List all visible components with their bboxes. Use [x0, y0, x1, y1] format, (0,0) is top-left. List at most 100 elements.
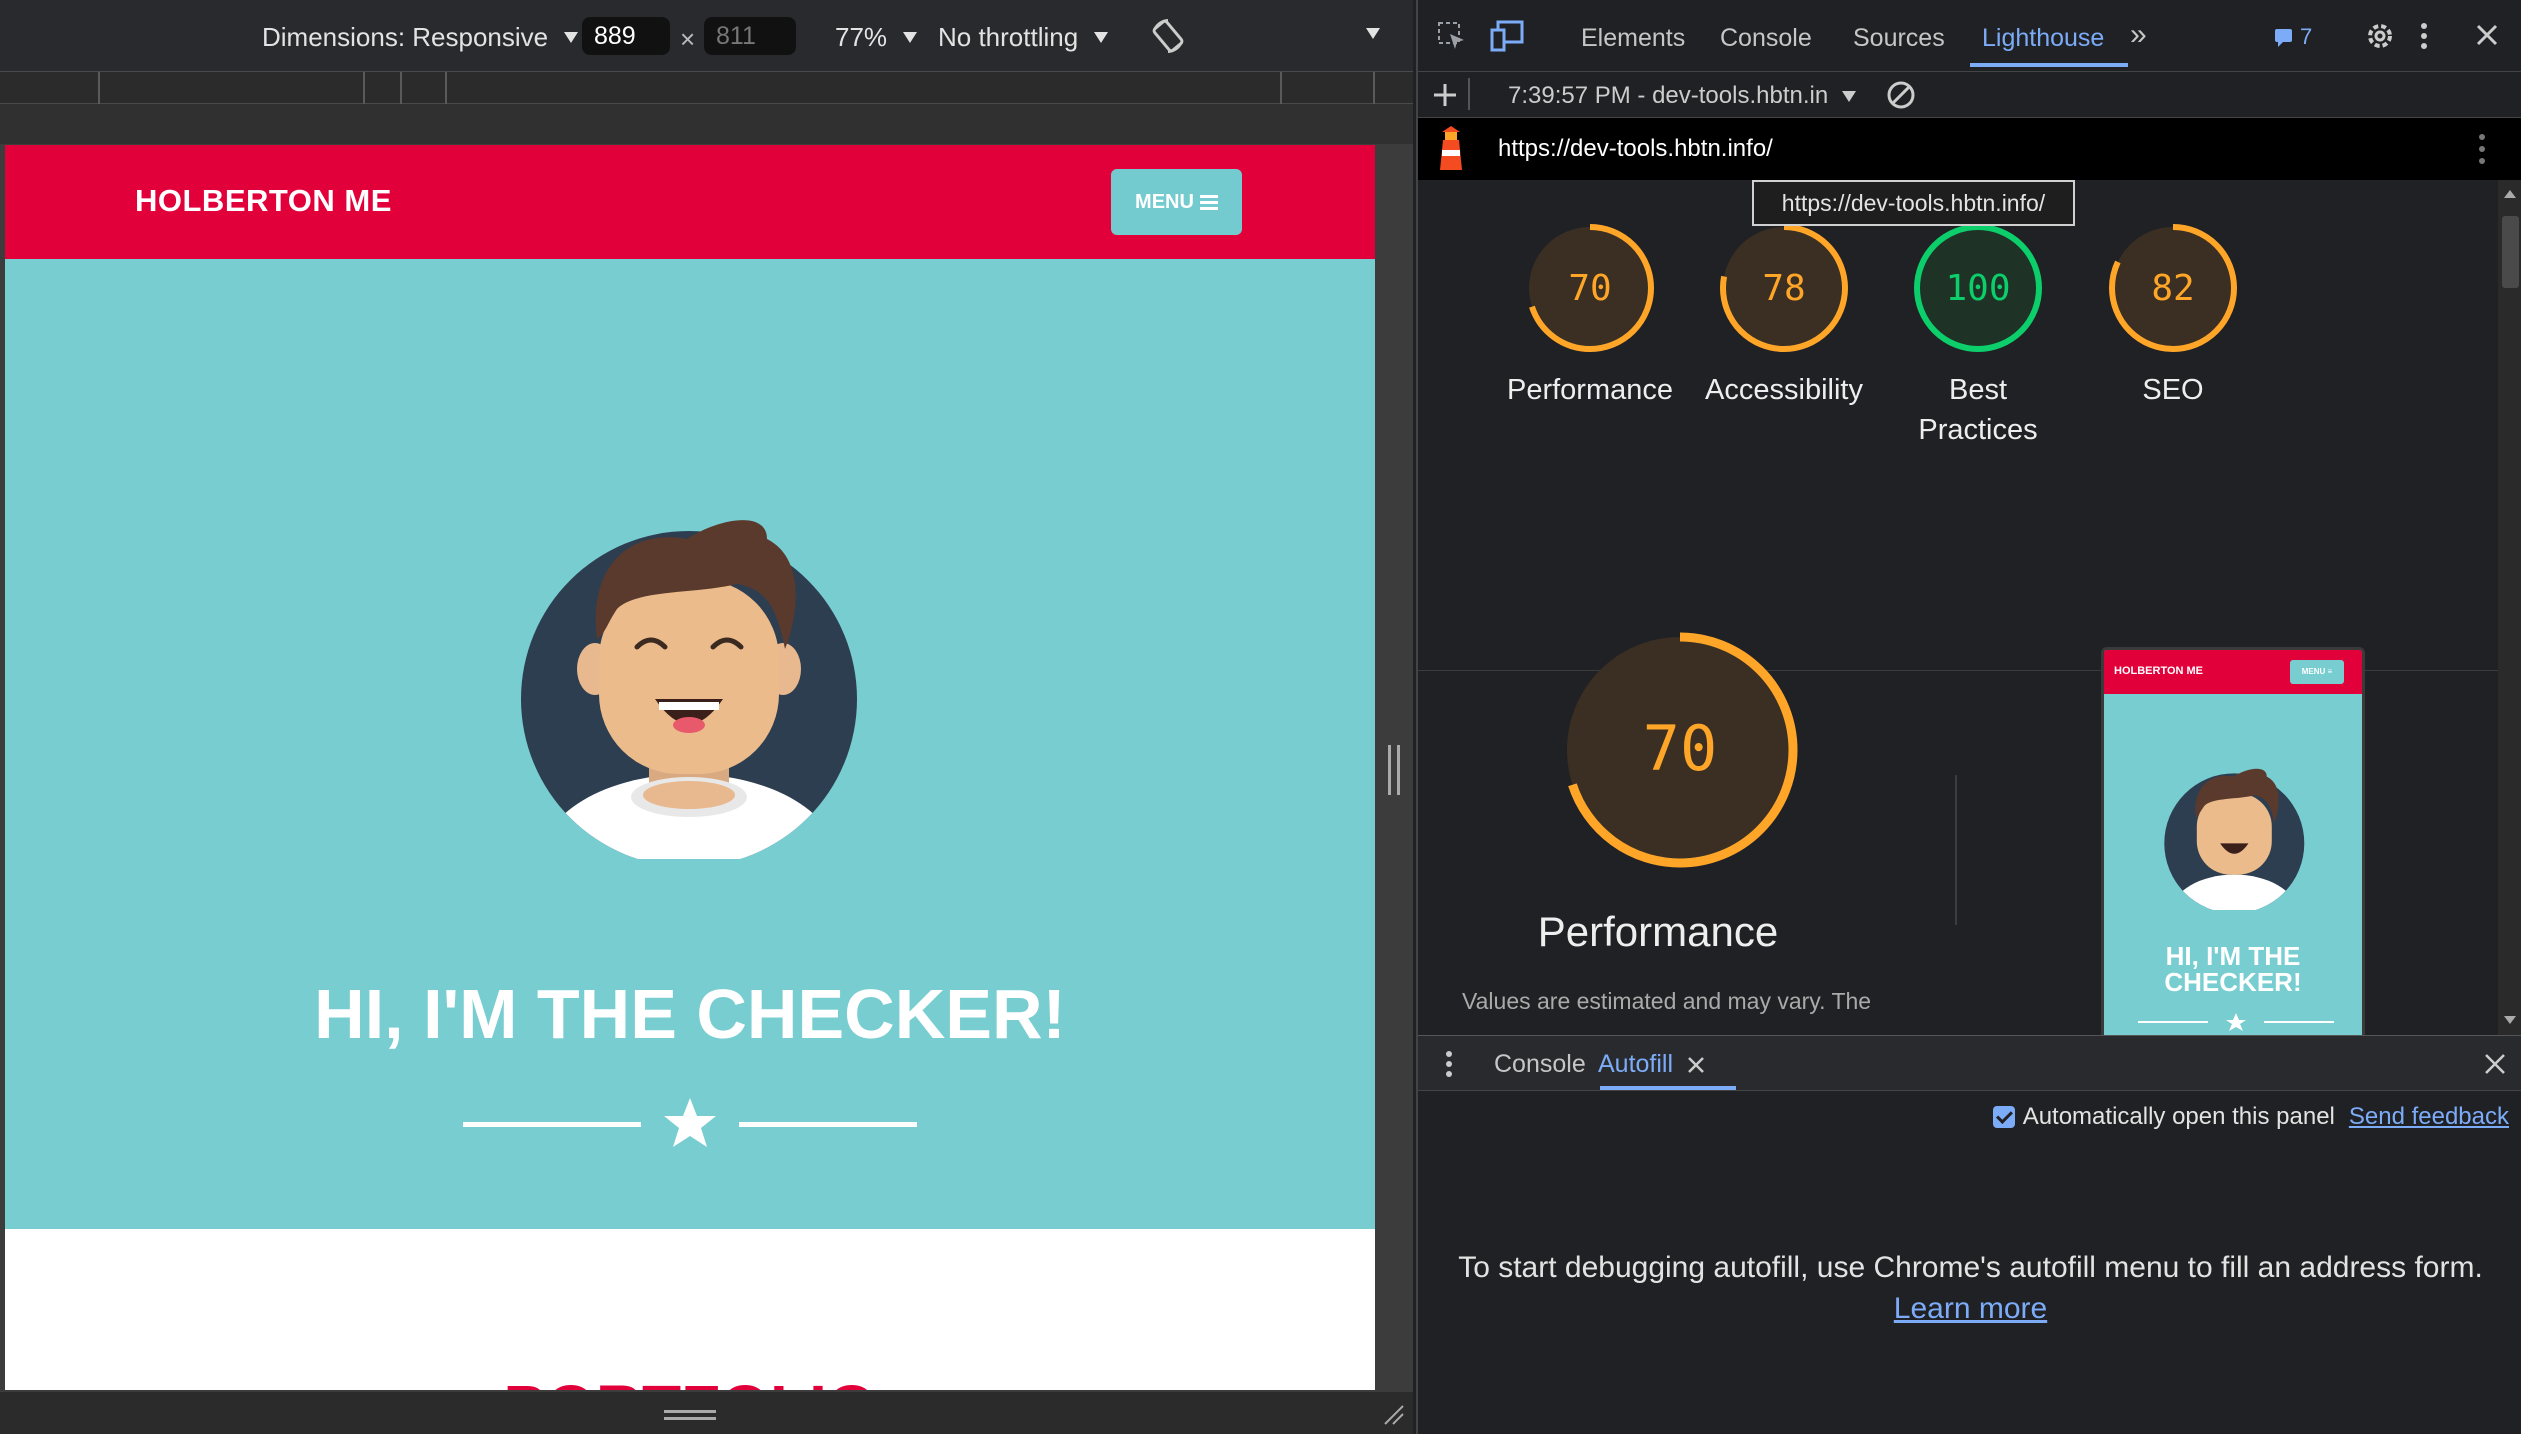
chevron-down-icon [903, 32, 918, 43]
issues-counter[interactable]: 7 [2274, 24, 2312, 50]
score-gauge-best-practices[interactable]: 100 [1910, 220, 2046, 356]
media-query-bar [0, 104, 1413, 144]
resize-bar-bottom [0, 1392, 1413, 1434]
device-toolbar-icon[interactable] [1490, 18, 1526, 52]
device-toolbar: Dimensions: Responsive 889 × 811 77% No … [0, 0, 1413, 72]
estimate-note: Values are estimated and may vary. The [1462, 988, 1872, 1014]
chevron-down-icon [1094, 32, 1109, 43]
tab-console[interactable]: Console [1720, 24, 1812, 53]
issues-icon [2275, 29, 2292, 47]
hero-title: HI, I'M THE CHECKER! [314, 975, 1066, 1053]
auto-open-row: Automatically open this panel Send feedb… [1992, 1103, 2509, 1131]
menu-button[interactable]: MENU [1111, 169, 1242, 235]
more-options-icon[interactable] [1366, 28, 1380, 39]
score-value: 82 [2151, 268, 2194, 309]
autofill-message: To start debugging autofill, use Chrome'… [1458, 1251, 2483, 1284]
page-screenshot-thumbnail: HOLBERTON ME MENU ≡ HI, I'M THE CHECKER! [2101, 647, 2365, 1035]
report-url-bar: https://dev-tools.hbtn.info/ [1418, 118, 2521, 180]
site-logo[interactable]: HOLBERTON ME [135, 183, 392, 219]
portfolio-heading: PORTFOLIO [5, 1371, 1375, 1390]
hero-section: HI, I'M THE CHECKER! [5, 259, 1375, 1229]
big-score-value: 70 [1643, 712, 1718, 785]
report-url[interactable]: https://dev-tools.hbtn.info/ [1498, 135, 1773, 163]
learn-more-link[interactable]: Learn more [1894, 1292, 2047, 1325]
kebab-menu-icon[interactable] [2418, 22, 2430, 50]
devtools-panel: Elements Console Sources Lighthouse » 7 … [1416, 0, 2521, 1434]
score-gauge-accessibility[interactable]: 78 [1716, 220, 1852, 356]
lighthouse-logo-icon [1440, 126, 1462, 170]
lighthouse-toolbar: 7:39:57 PM - dev-tools.hbtn.in [1418, 72, 2521, 118]
menu-label: MENU [1135, 190, 1194, 213]
drawer-tabbar: Console Autofill [1418, 1035, 2521, 1091]
performance-big-gauge[interactable]: 70 [1550, 620, 1810, 880]
send-feedback-link[interactable]: Send feedback [2349, 1103, 2509, 1131]
width-input[interactable]: 889 [582, 17, 670, 55]
scrollbar-thumb[interactable] [2502, 216, 2519, 288]
site-header: HOLBERTON ME MENU [5, 145, 1375, 259]
auto-open-label: Automatically open this panel [2022, 1103, 2335, 1130]
thumb-title: HI, I'M THE CHECKER! [2164, 941, 2302, 997]
scroll-down-icon[interactable] [2504, 1016, 2516, 1024]
drawer-tab-console[interactable]: Console [1494, 1050, 1586, 1079]
thumb-avatar [2164, 768, 2305, 910]
inspect-element-icon[interactable] [1436, 20, 1468, 52]
scroll-up-icon[interactable] [2504, 190, 2516, 198]
drawer-tab-autofill-label: Autofill [1598, 1050, 1674, 1078]
score-gauge-seo[interactable]: 82 [2105, 220, 2241, 356]
thumb-header: HOLBERTON ME MENU ≡ [2104, 650, 2362, 694]
toolbar-divider [1468, 78, 1470, 110]
score-label: SEO [2142, 374, 2204, 406]
resize-corner-icon[interactable] [1383, 1404, 1405, 1426]
settings-gear-icon[interactable] [2364, 20, 2396, 52]
close-drawer-icon[interactable] [2484, 1053, 2506, 1075]
resize-handle-right[interactable] [1388, 745, 1400, 795]
height-input[interactable]: 811 [704, 17, 796, 55]
report-selector-label: 7:39:57 PM - dev-tools.hbtn.in [1508, 82, 1829, 109]
score-label: Accessibility [1705, 374, 1863, 406]
hamburger-icon [1199, 195, 1218, 210]
resize-handle-bottom[interactable] [664, 1410, 716, 1413]
rotate-icon[interactable] [1148, 16, 1188, 56]
times-sign: × [680, 24, 696, 54]
throttling-label: No throttling [938, 22, 1079, 52]
chevron-down-icon [1842, 90, 1857, 102]
chevron-down-icon [564, 32, 579, 43]
active-tab-indicator [1970, 63, 2128, 67]
score-value: 70 [1568, 268, 1611, 309]
new-report-icon[interactable] [1432, 82, 1458, 108]
media-query-ruler[interactable] [0, 72, 1413, 104]
zoom-label: 77% [835, 22, 888, 52]
throttling-dropdown[interactable]: No throttling [938, 22, 1109, 53]
drawer-active-indicator [1600, 1086, 1736, 1090]
tab-elements[interactable]: Elements [1581, 24, 1685, 53]
close-tab-icon[interactable] [1687, 1056, 1705, 1074]
performance-heading: Performance [1537, 908, 1779, 955]
score-label: Performance [1506, 374, 1673, 406]
drawer-tab-autofill[interactable]: Autofill [1598, 1050, 1705, 1079]
close-devtools-icon[interactable] [2476, 24, 2498, 46]
tab-sources[interactable]: Sources [1853, 24, 1945, 53]
clear-reports-icon[interactable] [1886, 80, 1916, 110]
avatar [521, 520, 857, 859]
url-tooltip: https://dev-tools.hbtn.info/ [1752, 180, 2075, 226]
score-gauge-performance[interactable]: 70 [1522, 220, 1658, 356]
zoom-dropdown[interactable]: 77% [835, 22, 918, 53]
devtools-tabbar: Elements Console Sources Lighthouse » 7 [1418, 0, 2521, 72]
report-selector[interactable]: 7:39:57 PM - dev-tools.hbtn.in [1508, 82, 1857, 110]
score-label: Best Practices [1918, 374, 2038, 446]
report-menu-icon[interactable] [2476, 132, 2488, 166]
auto-open-checkbox[interactable] [1992, 1106, 2015, 1128]
dimensions-dropdown[interactable]: Dimensions: Responsive [262, 22, 579, 53]
dimensions-label: Dimensions: Responsive [262, 22, 549, 52]
more-tabs-icon[interactable]: » [2130, 18, 2147, 52]
score-value: 100 [1945, 268, 2010, 309]
score-value: 78 [1762, 268, 1805, 309]
thumb-star-divider [2138, 1013, 2334, 1031]
emulated-page: HOLBERTON ME MENU HI, I'M THE CHECKER! [5, 145, 1375, 1390]
tab-lighthouse[interactable]: Lighthouse [1982, 24, 2104, 53]
autofill-drawer: Automatically open this panel Send feedb… [1418, 1091, 2521, 1434]
thumb-menu: MENU ≡ [2290, 660, 2344, 684]
lighthouse-report: 70 Performance 78 Accessibility 100 Best Prac… [1418, 180, 2498, 1035]
report-scrollbar[interactable] [2498, 180, 2521, 1035]
drawer-menu-icon[interactable] [1444, 1050, 1454, 1078]
